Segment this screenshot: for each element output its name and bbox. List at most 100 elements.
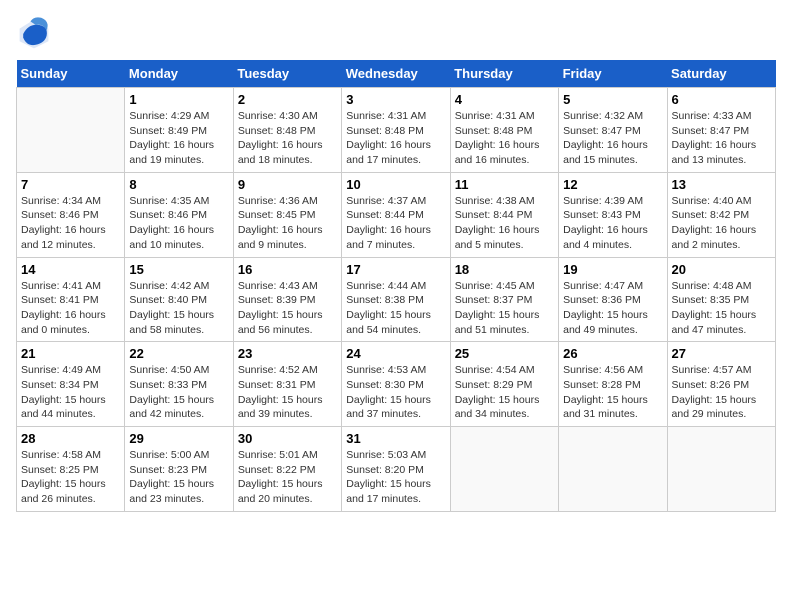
header-saturday: Saturday [667,60,775,88]
day-number: 6 [672,92,771,107]
calendar-cell: 15 Sunrise: 4:42 AM Sunset: 8:40 PM Dayli… [125,257,233,342]
header-friday: Friday [559,60,667,88]
calendar-cell: 20 Sunrise: 4:48 AM Sunset: 8:35 PM Dayli… [667,257,775,342]
week-row-4: 21 Sunrise: 4:49 AM Sunset: 8:34 PM Dayli… [17,342,776,427]
day-number: 31 [346,431,445,446]
calendar-cell: 2Sunrise: 4:30 AM Sunset: 8:48 PM Daylig… [233,88,341,173]
day-info: Sunrise: 4:50 AM Sunset: 8:33 PM Dayligh… [129,363,228,422]
day-number: 1 [129,92,228,107]
calendar-cell [17,88,125,173]
day-info: Sunrise: 4:35 AM Sunset: 8:46 PM Dayligh… [129,194,228,253]
calendar-cell: 9 Sunrise: 4:36 AM Sunset: 8:45 PM Daylig… [233,172,341,257]
header-tuesday: Tuesday [233,60,341,88]
day-number: 19 [563,262,662,277]
calendar-cell: 10 Sunrise: 4:37 AM Sunset: 8:44 PM Dayli… [342,172,450,257]
day-info: Sunrise: 4:37 AM Sunset: 8:44 PM Dayligh… [346,194,445,253]
day-info: Sunrise: 5:01 AM Sunset: 8:22 PM Dayligh… [238,448,337,507]
day-number: 3 [346,92,445,107]
day-info: Sunrise: 4:40 AM Sunset: 8:42 PM Dayligh… [672,194,771,253]
day-number: 15 [129,262,228,277]
logo [16,16,56,52]
day-number: 2 [238,92,337,107]
calendar-cell: 23 Sunrise: 4:52 AM Sunset: 8:31 PM Dayli… [233,342,341,427]
calendar-cell [559,427,667,512]
page-header [16,16,776,52]
day-number: 23 [238,346,337,361]
day-number: 27 [672,346,771,361]
day-number: 21 [21,346,120,361]
calendar-table: SundayMondayTuesdayWednesdayThursdayFrid… [16,60,776,512]
day-info: Sunrise: 4:36 AM Sunset: 8:45 PM Dayligh… [238,194,337,253]
calendar-cell [667,427,775,512]
day-info: Sunrise: 5:00 AM Sunset: 8:23 PM Dayligh… [129,448,228,507]
day-info: Sunrise: 4:56 AM Sunset: 8:28 PM Dayligh… [563,363,662,422]
week-row-5: 28 Sunrise: 4:58 AM Sunset: 8:25 PM Dayli… [17,427,776,512]
calendar-cell: 22Sunrise: 4:50 AM Sunset: 8:33 PM Dayli… [125,342,233,427]
header-monday: Monday [125,60,233,88]
header-sunday: Sunday [17,60,125,88]
calendar-cell: 31 Sunrise: 5:03 AM Sunset: 8:20 PM Dayli… [342,427,450,512]
calendar-cell: 25 Sunrise: 4:54 AM Sunset: 8:29 PM Dayli… [450,342,558,427]
day-number: 16 [238,262,337,277]
day-info: Sunrise: 4:32 AM Sunset: 8:47 PM Dayligh… [563,109,662,168]
week-row-1: 1Sunrise: 4:29 AM Sunset: 8:49 PM Daylig… [17,88,776,173]
day-number: 17 [346,262,445,277]
day-number: 8 [129,177,228,192]
calendar-cell: 17 Sunrise: 4:44 AM Sunset: 8:38 PM Dayli… [342,257,450,342]
day-number: 13 [672,177,771,192]
calendar-cell: 5 Sunrise: 4:32 AM Sunset: 8:47 PM Daylig… [559,88,667,173]
day-info: Sunrise: 4:44 AM Sunset: 8:38 PM Dayligh… [346,279,445,338]
calendar-cell: 13 Sunrise: 4:40 AM Sunset: 8:42 PM Dayli… [667,172,775,257]
calendar-cell: 16 Sunrise: 4:43 AM Sunset: 8:39 PM Dayli… [233,257,341,342]
day-number: 12 [563,177,662,192]
day-number: 10 [346,177,445,192]
week-row-3: 14 Sunrise: 4:41 AM Sunset: 8:41 PM Dayli… [17,257,776,342]
logo-icon [16,16,52,52]
day-info: Sunrise: 4:38 AM Sunset: 8:44 PM Dayligh… [455,194,554,253]
header-wednesday: Wednesday [342,60,450,88]
day-number: 9 [238,177,337,192]
day-info: Sunrise: 4:45 AM Sunset: 8:37 PM Dayligh… [455,279,554,338]
day-number: 7 [21,177,120,192]
calendar-cell: 21 Sunrise: 4:49 AM Sunset: 8:34 PM Dayli… [17,342,125,427]
day-info: Sunrise: 4:54 AM Sunset: 8:29 PM Dayligh… [455,363,554,422]
calendar-cell: 11 Sunrise: 4:38 AM Sunset: 8:44 PM Dayli… [450,172,558,257]
calendar-cell: 19 Sunrise: 4:47 AM Sunset: 8:36 PM Dayli… [559,257,667,342]
day-number: 24 [346,346,445,361]
day-info: Sunrise: 4:33 AM Sunset: 8:47 PM Dayligh… [672,109,771,168]
calendar-cell: 7 Sunrise: 4:34 AM Sunset: 8:46 PM Daylig… [17,172,125,257]
calendar-cell: 26Sunrise: 4:56 AM Sunset: 8:28 PM Dayli… [559,342,667,427]
day-info: Sunrise: 4:49 AM Sunset: 8:34 PM Dayligh… [21,363,120,422]
day-info: Sunrise: 4:48 AM Sunset: 8:35 PM Dayligh… [672,279,771,338]
day-number: 25 [455,346,554,361]
day-info: Sunrise: 4:39 AM Sunset: 8:43 PM Dayligh… [563,194,662,253]
day-number: 28 [21,431,120,446]
day-info: Sunrise: 4:43 AM Sunset: 8:39 PM Dayligh… [238,279,337,338]
calendar-cell: 6 Sunrise: 4:33 AM Sunset: 8:47 PM Daylig… [667,88,775,173]
day-info: Sunrise: 4:41 AM Sunset: 8:41 PM Dayligh… [21,279,120,338]
day-info: Sunrise: 4:57 AM Sunset: 8:26 PM Dayligh… [672,363,771,422]
day-info: Sunrise: 4:34 AM Sunset: 8:46 PM Dayligh… [21,194,120,253]
week-row-2: 7 Sunrise: 4:34 AM Sunset: 8:46 PM Daylig… [17,172,776,257]
day-info: Sunrise: 4:53 AM Sunset: 8:30 PM Dayligh… [346,363,445,422]
day-number: 30 [238,431,337,446]
calendar-cell: 3Sunrise: 4:31 AM Sunset: 8:48 PM Daylig… [342,88,450,173]
header-row: SundayMondayTuesdayWednesdayThursdayFrid… [17,60,776,88]
header-thursday: Thursday [450,60,558,88]
day-info: Sunrise: 4:52 AM Sunset: 8:31 PM Dayligh… [238,363,337,422]
calendar-cell: 29 Sunrise: 5:00 AM Sunset: 8:23 PM Dayli… [125,427,233,512]
day-number: 29 [129,431,228,446]
day-info: Sunrise: 4:47 AM Sunset: 8:36 PM Dayligh… [563,279,662,338]
day-number: 5 [563,92,662,107]
day-number: 11 [455,177,554,192]
day-number: 20 [672,262,771,277]
calendar-cell: 1Sunrise: 4:29 AM Sunset: 8:49 PM Daylig… [125,88,233,173]
day-info: Sunrise: 4:42 AM Sunset: 8:40 PM Dayligh… [129,279,228,338]
day-number: 14 [21,262,120,277]
calendar-cell [450,427,558,512]
day-info: Sunrise: 4:31 AM Sunset: 8:48 PM Dayligh… [455,109,554,168]
day-info: Sunrise: 4:58 AM Sunset: 8:25 PM Dayligh… [21,448,120,507]
day-number: 4 [455,92,554,107]
day-info: Sunrise: 5:03 AM Sunset: 8:20 PM Dayligh… [346,448,445,507]
calendar-cell: 28 Sunrise: 4:58 AM Sunset: 8:25 PM Dayli… [17,427,125,512]
